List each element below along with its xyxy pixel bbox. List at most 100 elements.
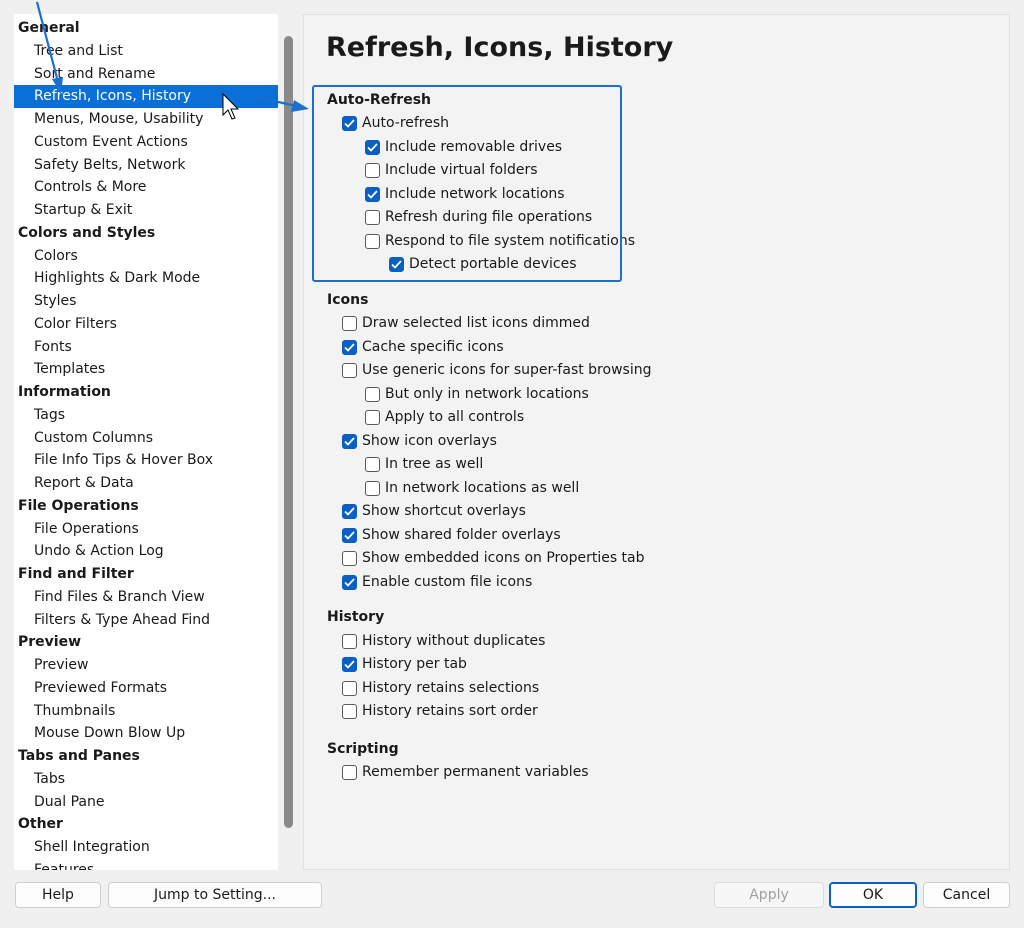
nav-item[interactable]: Custom Columns [14,427,278,450]
nav-scrollbar-thumb[interactable] [284,36,293,828]
option-enable-custom-file-icons[interactable]: Enable custom file icons [342,572,532,592]
nav-item[interactable]: Shell Integration [14,836,278,859]
nav-item[interactable]: Sort and Rename [14,63,278,86]
option-only-network-locations[interactable]: But only in network locations [365,384,589,404]
nav-item[interactable]: Preview [14,654,278,677]
checkbox-show-embedded-icons[interactable] [342,550,357,566]
option-apply-to-all-controls[interactable]: Apply to all controls [365,407,524,427]
section-history: History [327,609,385,625]
nav-item[interactable]: Undo & Action Log [14,540,278,563]
apply-button[interactable]: Apply [714,882,824,908]
nav-category[interactable]: Find and Filter [14,563,278,586]
option-label: Show shortcut overlays [362,503,526,519]
checkbox-in-network-locations-as-well[interactable] [365,480,380,496]
option-label: History per tab [362,656,467,672]
option-in-network-locations-as-well[interactable]: In network locations as well [365,478,579,498]
option-history-retains-selections[interactable]: History retains selections [342,678,539,698]
nav-category[interactable]: Information [14,381,278,404]
nav-item[interactable]: Previewed Formats [14,677,278,700]
option-use-generic-icons[interactable]: Use generic icons for super-fast browsin… [342,360,651,380]
option-label: In network locations as well [385,480,580,496]
checkbox-history-per-tab[interactable] [342,656,357,672]
nav-item[interactable]: Fonts [14,336,278,359]
nav-item[interactable]: Colors [14,245,278,268]
option-history-without-duplicates[interactable]: History without duplicates [342,631,545,651]
nav-category[interactable]: File Operations [14,495,278,518]
nav-item[interactable]: Features [14,859,278,870]
nav-item[interactable]: Templates [14,358,278,381]
checkbox-enable-custom-file-icons[interactable] [342,574,357,590]
option-show-shortcut-overlays[interactable]: Show shortcut overlays [342,501,526,521]
option-draw-selected-dimmed[interactable]: Draw selected list icons dimmed [342,313,590,333]
nav-item[interactable]: Thumbnails [14,700,278,723]
option-label: Apply to all controls [385,409,525,425]
nav-item[interactable]: Tags [14,404,278,427]
nav-item[interactable]: Mouse Down Blow Up [14,722,278,745]
checkbox-show-icon-overlays[interactable] [342,433,357,449]
checkbox-apply-to-all-controls[interactable] [365,409,380,425]
checkbox-show-shared-folder-overlays[interactable] [342,527,357,543]
nav-category[interactable]: Tabs and Panes [14,745,278,768]
section-icons: Icons [327,292,369,308]
nav-item[interactable]: Startup & Exit [14,199,278,222]
option-label: Cache specific icons [362,339,504,355]
option-label: But only in network locations [385,386,589,402]
nav-category[interactable]: Other [14,813,278,836]
nav-item[interactable]: File Info Tips & Hover Box [14,449,278,472]
option-label: Show shared folder overlays [362,527,561,543]
nav-item[interactable]: Refresh, Icons, History [14,85,278,108]
option-label: History without duplicates [362,633,546,649]
option-label: Enable custom file icons [362,574,533,590]
checkbox-history-without-duplicates[interactable] [342,633,357,649]
nav-category[interactable]: Preview [14,631,278,654]
nav-item[interactable]: Styles [14,290,278,313]
option-cache-specific-icons[interactable]: Cache specific icons [342,337,504,357]
checkbox-cache-specific-icons[interactable] [342,339,357,355]
nav-item[interactable]: Highlights & Dark Mode [14,267,278,290]
nav-item[interactable]: Color Filters [14,313,278,336]
checkbox-use-generic-icons[interactable] [342,362,357,378]
option-show-embedded-icons[interactable]: Show embedded icons on Properties tab [342,548,645,568]
nav-item[interactable]: Menus, Mouse, Usability [14,108,278,131]
checkbox-history-retains-selections[interactable] [342,680,357,696]
settings-nav-tree: General Tree and List Sort and Rename Refre… [14,14,278,870]
nav-list: General Tree and List Sort and Rename Refre… [14,17,278,870]
nav-item[interactable]: Safety Belts, Network [14,154,278,177]
ok-button[interactable]: OK [829,882,917,908]
jump-to-setting-button[interactable]: Jump to Setting... [108,882,322,908]
cancel-button[interactable]: Cancel [923,882,1010,908]
checkmark-icon [344,506,355,516]
nav-category[interactable]: Colors and Styles [14,222,278,245]
section-scripting: Scripting [327,741,399,757]
checkbox-in-tree-as-well[interactable] [365,456,380,472]
help-button[interactable]: Help [15,882,101,908]
option-history-per-tab[interactable]: History per tab [342,654,467,674]
nav-item[interactable]: Find Files & Branch View [14,586,278,609]
checkbox-show-shortcut-overlays[interactable] [342,503,357,519]
option-in-tree-as-well[interactable]: In tree as well [365,454,483,474]
nav-item[interactable]: Tabs [14,768,278,791]
nav-item[interactable]: Custom Event Actions [14,131,278,154]
page-title: Refresh, Icons, History [326,32,674,63]
option-show-icon-overlays[interactable]: Show icon overlays [342,431,497,451]
nav-item[interactable]: Filters & Type Ahead Find [14,609,278,632]
option-show-shared-folder-overlays[interactable]: Show shared folder overlays [342,525,561,545]
checkbox-remember-permanent-variables[interactable] [342,764,357,780]
nav-item[interactable]: File Operations [14,518,278,541]
nav-item[interactable]: Tree and List [14,40,278,63]
checkbox-only-network-locations[interactable] [365,386,380,402]
option-label: Remember permanent variables [362,764,589,780]
option-label: Draw selected list icons dimmed [362,315,590,331]
checkmark-icon [344,577,355,587]
nav-item[interactable]: Dual Pane [14,791,278,814]
checkbox-history-retains-sort-order[interactable] [342,703,357,719]
nav-category[interactable]: General [14,17,278,40]
option-remember-permanent-variables[interactable]: Remember permanent variables [342,762,589,782]
option-label: Show icon overlays [362,433,497,449]
checkbox-draw-selected-dimmed[interactable] [342,315,357,331]
option-label: History retains sort order [362,703,538,719]
option-history-retains-sort-order[interactable]: History retains sort order [342,701,538,721]
nav-item[interactable]: Report & Data [14,472,278,495]
nav-item[interactable]: Controls & More [14,176,278,199]
checkmark-icon [344,659,355,669]
